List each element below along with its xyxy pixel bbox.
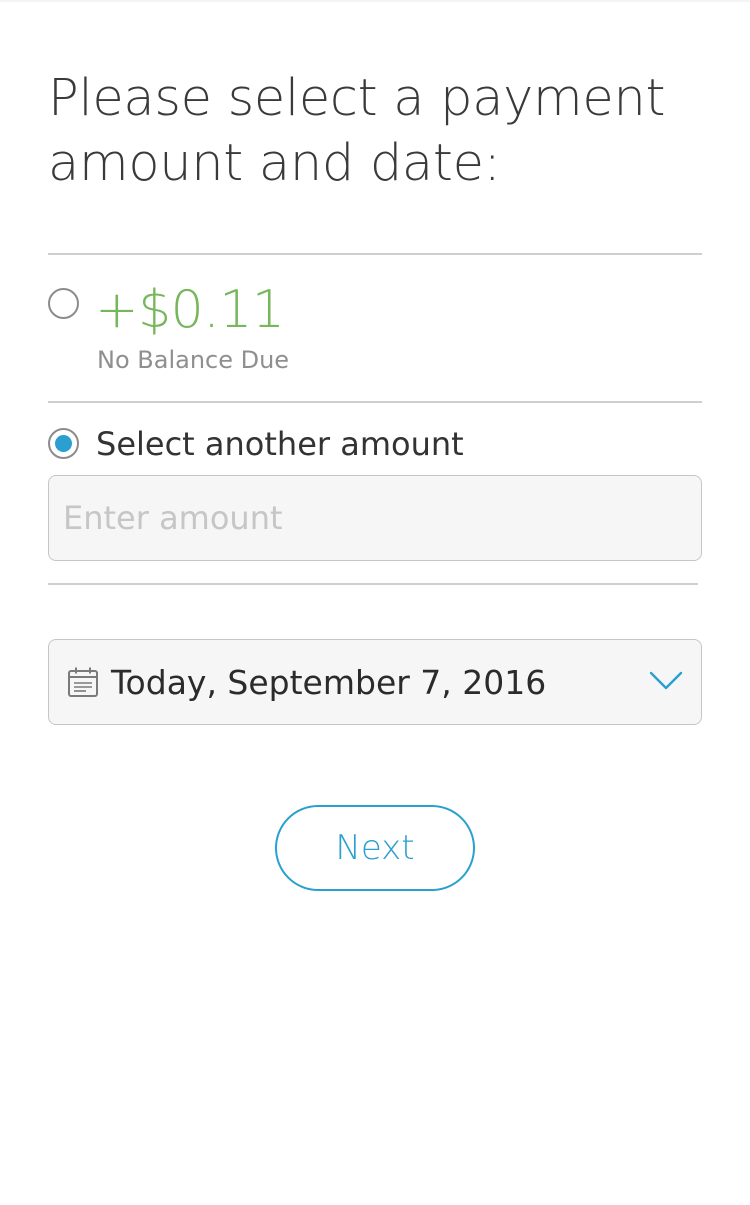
divider	[48, 583, 698, 585]
balance-amount: +$0.11	[95, 280, 285, 340]
top-edge	[0, 0, 750, 2]
other-amount-label: Select another amount	[96, 425, 464, 463]
page-title: Please select a payment amount and date:	[48, 69, 666, 193]
date-select[interactable]: Today, September 7, 2016	[48, 639, 702, 725]
amount-input[interactable]	[48, 475, 702, 561]
selected-date: Today, September 7, 2016	[111, 663, 547, 702]
chevron-down-icon	[649, 671, 683, 690]
next-button[interactable]: Next	[275, 805, 475, 891]
balance-radio[interactable]	[48, 288, 79, 319]
calendar-icon	[68, 667, 98, 697]
balance-note: No Balance Due	[97, 346, 290, 374]
radio-selected-dot	[55, 435, 72, 452]
divider	[48, 253, 702, 255]
divider	[48, 401, 702, 403]
other-amount-radio[interactable]	[48, 428, 79, 459]
